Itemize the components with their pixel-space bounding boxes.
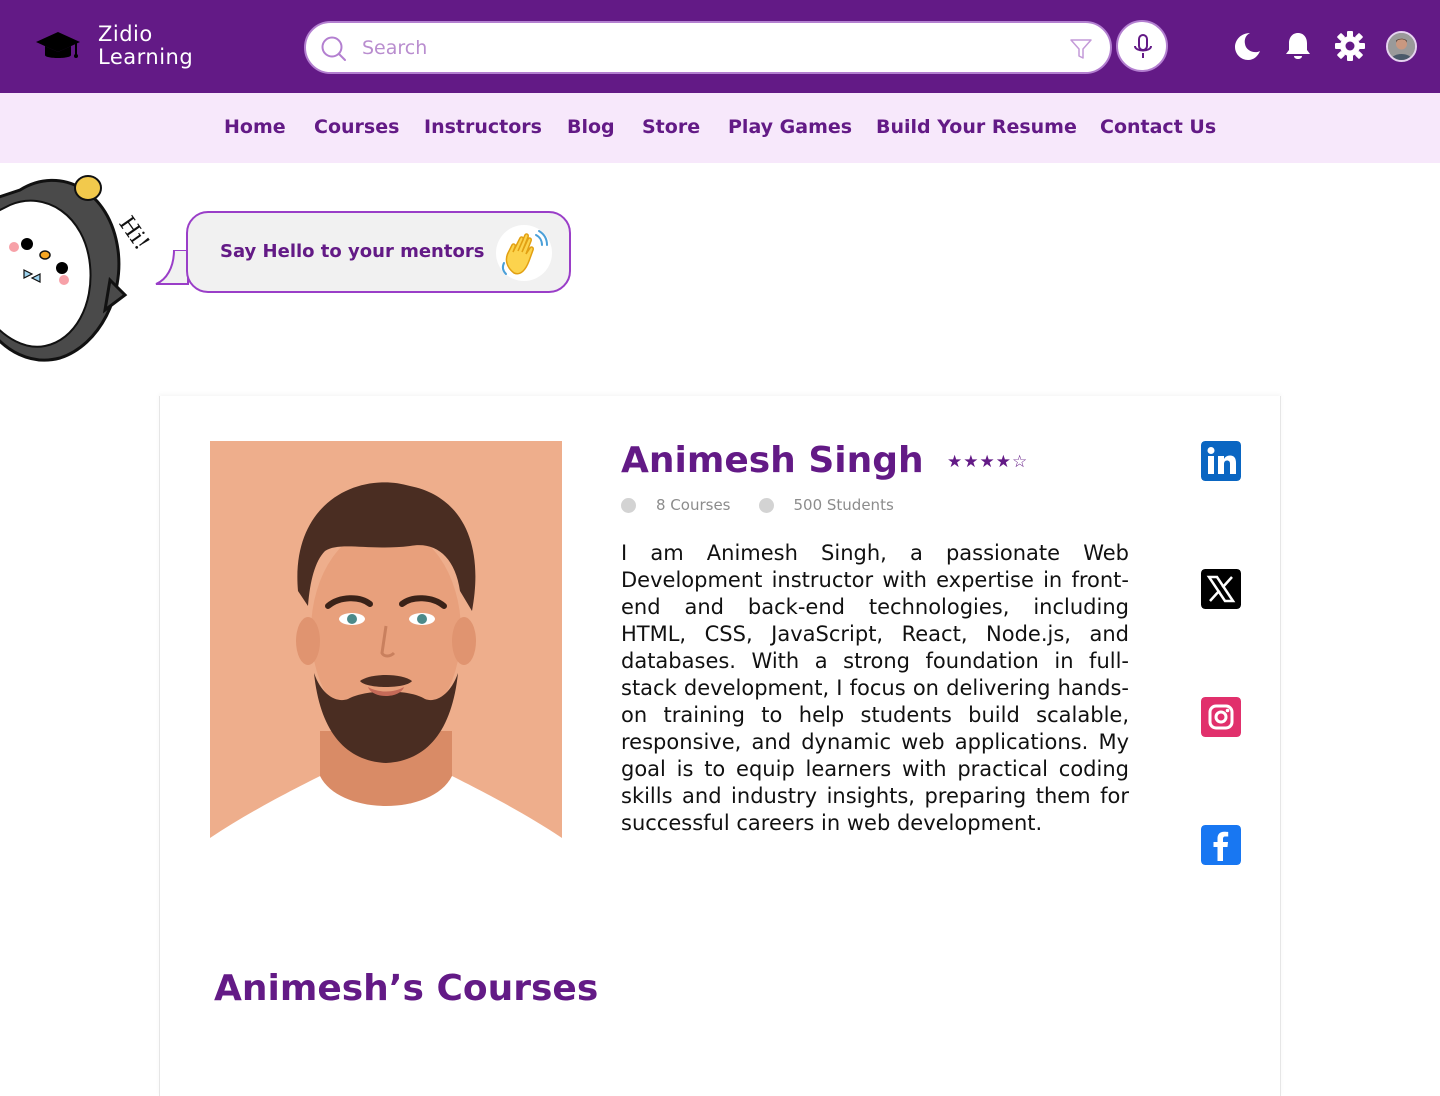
brand-line-1: Zidio (98, 22, 153, 46)
search-input[interactable] (362, 33, 1042, 63)
waving-hand-icon (496, 225, 552, 281)
instructor-photo (210, 441, 562, 866)
user-avatar[interactable] (1386, 31, 1417, 62)
main-nav: Home Courses Instructors Blog Store Play… (0, 93, 1440, 163)
brand-logo[interactable]: Zidio Learning (34, 22, 193, 70)
linkedin-icon[interactable] (1201, 441, 1241, 481)
instructor-name: Animesh Singh (621, 440, 924, 481)
avatar-image (1388, 33, 1415, 60)
nav-courses[interactable]: Courses (314, 116, 399, 138)
hi-text: Hi! (113, 212, 154, 255)
nav-contact-us[interactable]: Contact Us (1100, 116, 1216, 138)
penguin-mascot: Hi! (0, 175, 154, 362)
rating-stars: ★★★★☆ (947, 452, 1029, 472)
nav-build-your-resume[interactable]: Build Your Resume (876, 116, 1077, 138)
instructor-stats: 8 Courses 500 Students (621, 496, 894, 514)
stat-dot (621, 497, 636, 513)
instructor-bio: I am Animesh Singh, a passionate Web Dev… (621, 541, 1129, 835)
courses-count: 8 Courses (656, 496, 731, 514)
search-icon[interactable] (320, 35, 347, 62)
stat-dot (758, 497, 774, 513)
nav-home[interactable]: Home (224, 116, 286, 138)
moon-icon[interactable] (1230, 30, 1262, 62)
search-bar (304, 21, 1112, 74)
brand-name: Zidio Learning (98, 23, 193, 69)
facebook-icon[interactable] (1201, 825, 1241, 865)
greeting-message: Say Hello to your mentors (220, 241, 485, 262)
graduation-cap-icon (36, 32, 80, 58)
gear-icon[interactable] (1334, 30, 1366, 62)
top-header: Zidio Learning (0, 0, 1440, 93)
nav-instructors[interactable]: Instructors (424, 116, 542, 138)
instagram-icon[interactable] (1201, 697, 1241, 737)
microphone-icon (1134, 34, 1152, 58)
nav-blog[interactable]: Blog (567, 116, 615, 138)
nav-store[interactable]: Store (642, 116, 700, 138)
voice-search-button[interactable] (1116, 20, 1168, 72)
filter-icon[interactable] (1070, 38, 1092, 60)
courses-section-title: Animesh’s Courses (214, 968, 599, 1009)
bell-icon[interactable] (1282, 30, 1314, 62)
greeting-bubble: Say Hello to your mentors (186, 211, 571, 293)
nav-play-games[interactable]: Play Games (728, 116, 852, 138)
brand-line-2: Learning (98, 45, 194, 69)
students-count: 500 Students (793, 496, 894, 514)
x-icon[interactable] (1201, 569, 1241, 609)
